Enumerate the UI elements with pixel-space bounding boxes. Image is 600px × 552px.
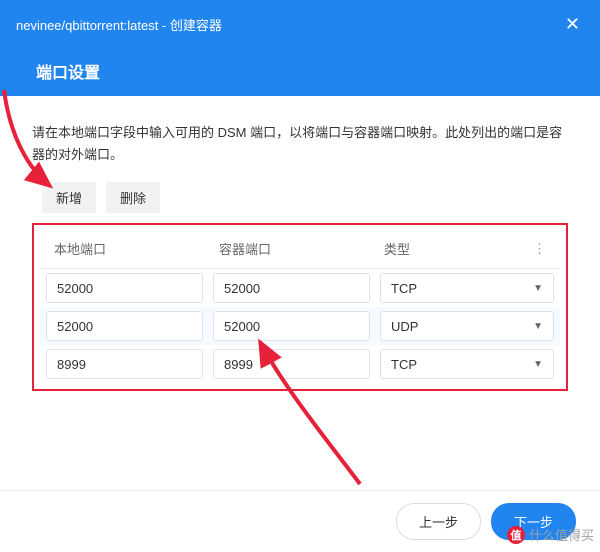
table-header-row: 本地端口 容器端口 类型 ⋮ <box>40 229 560 269</box>
column-header-container[interactable]: 容器端口 <box>213 239 378 258</box>
modal-subtitle: 端口设置 <box>0 39 600 101</box>
table-toolbar: 新增 删除 <box>32 182 568 213</box>
type-select[interactable]: TCP ▼ <box>380 273 554 303</box>
container-port-input[interactable] <box>213 311 370 341</box>
delete-button[interactable]: 删除 <box>106 182 160 213</box>
modal-body: 请在本地端口字段中输入可用的 DSM 端口，以将端口与容器端口映射。此处列出的端… <box>0 96 600 391</box>
container-port-input[interactable] <box>213 349 370 379</box>
type-select[interactable]: UDP ▼ <box>380 311 554 341</box>
type-value: TCP <box>391 357 417 372</box>
type-value: TCP <box>391 281 417 296</box>
chevron-down-icon: ▼ <box>533 359 543 370</box>
close-button[interactable]: ✕ <box>561 10 584 39</box>
column-header-local[interactable]: 本地端口 <box>48 239 213 258</box>
type-select[interactable]: TCP ▼ <box>380 349 554 379</box>
modal-footer: 上一步 下一步 <box>0 490 600 552</box>
modal-header: nevinee/qbittorrent:latest - 创建容器 ✕ 端口设置 <box>0 0 600 96</box>
create-container-modal: nevinee/qbittorrent:latest - 创建容器 ✕ 端口设置… <box>0 0 600 552</box>
add-button[interactable]: 新增 <box>42 182 96 213</box>
type-value: UDP <box>391 319 418 334</box>
local-port-input[interactable] <box>46 349 203 379</box>
prev-button[interactable]: 上一步 <box>396 503 481 540</box>
table-row[interactable]: UDP ▼ <box>40 307 560 345</box>
next-button[interactable]: 下一步 <box>491 503 576 540</box>
chevron-down-icon: ▼ <box>533 283 543 294</box>
ports-table: 本地端口 容器端口 类型 ⋮ TCP ▼ <box>32 223 568 391</box>
column-header-type[interactable]: 类型 <box>378 239 527 258</box>
container-port-input[interactable] <box>213 273 370 303</box>
more-icon[interactable]: ⋮ <box>527 241 552 257</box>
chevron-down-icon: ▼ <box>533 321 543 332</box>
modal-title: nevinee/qbittorrent:latest - 创建容器 <box>16 15 222 34</box>
description-text: 请在本地端口字段中输入可用的 DSM 端口，以将端口与容器端口映射。此处列出的端… <box>32 122 568 166</box>
close-icon: ✕ <box>565 14 580 34</box>
local-port-input[interactable] <box>46 311 203 341</box>
table-row[interactable]: TCP ▼ <box>40 345 560 383</box>
table-row[interactable]: TCP ▼ <box>40 269 560 307</box>
local-port-input[interactable] <box>46 273 203 303</box>
